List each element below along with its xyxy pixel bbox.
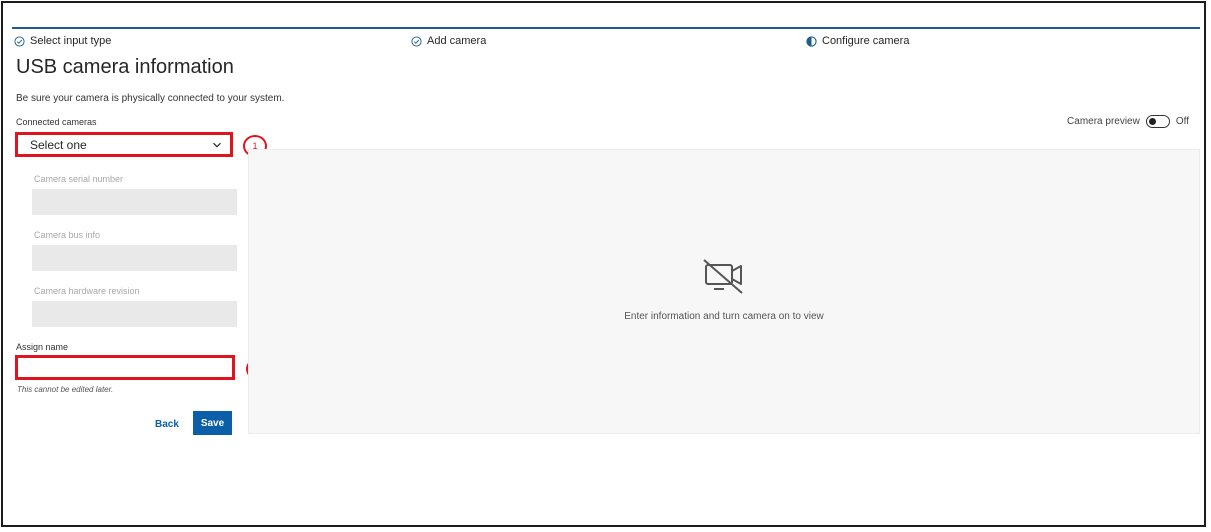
chevron-down-icon [213, 142, 221, 148]
camera-preview-toggle[interactable] [1145, 115, 1170, 128]
back-button[interactable]: Back [149, 413, 185, 435]
step-label: Add camera [427, 35, 487, 47]
step-label: Configure camera [822, 35, 910, 47]
camera-hardware-revision-field [32, 301, 237, 327]
assign-name-input[interactable] [15, 355, 235, 380]
camera-preview-message: Enter information and turn camera on to … [624, 311, 824, 322]
camera-hardware-revision-label: Camera hardware revision [34, 286, 140, 296]
half-circle-icon [806, 35, 817, 47]
camera-preview-control: Camera preview Off [1067, 115, 1189, 128]
check-circle-icon [14, 35, 25, 47]
page-subtitle: Be sure your camera is physically connec… [16, 93, 285, 104]
assign-name-label: Assign name [16, 342, 69, 352]
connected-cameras-select[interactable]: Select one [15, 132, 233, 157]
check-circle-icon [411, 35, 422, 47]
camera-bus-info-label: Camera bus info [34, 230, 101, 240]
step-select-input-type[interactable]: Select input type [14, 35, 111, 47]
toggle-knob [1148, 117, 1156, 125]
save-button[interactable]: Save [193, 411, 232, 435]
camera-preview-area: Enter information and turn camera on to … [248, 149, 1200, 434]
select-value: Select one [30, 137, 87, 152]
camera-bus-info-field [32, 245, 237, 271]
camera-serial-number-label: Camera serial number [34, 174, 124, 184]
camera-off-icon [703, 259, 743, 294]
stepper-progress-bar [12, 27, 1200, 29]
camera-serial-number-field [32, 189, 237, 215]
step-configure-camera[interactable]: Configure camera [806, 35, 909, 47]
step-label: Select input type [30, 35, 112, 47]
camera-preview-label: Camera preview [1067, 116, 1140, 127]
camera-preview-state: Off [1175, 116, 1189, 127]
assign-name-hint: This cannot be edited later. [17, 385, 114, 394]
connected-cameras-label: Connected cameras [16, 117, 97, 127]
page-title: USB camera information [16, 56, 234, 78]
step-add-camera[interactable]: Add camera [411, 35, 486, 47]
app-window: Select input type Add camera Configure c… [1, 1, 1206, 527]
